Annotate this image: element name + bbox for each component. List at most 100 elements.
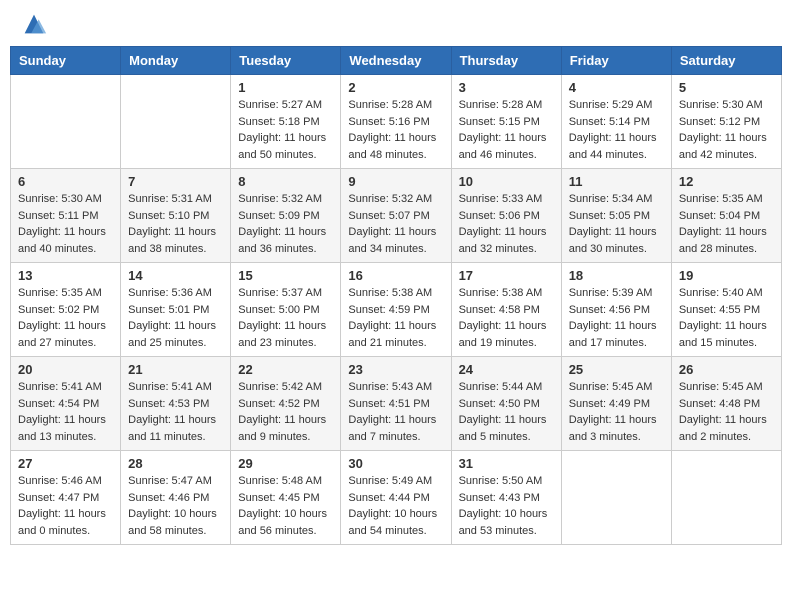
day-info: Sunrise: 5:37 AM Sunset: 5:00 PM Dayligh… (238, 285, 333, 351)
calendar-header-row: SundayMondayTuesdayWednesdayThursdayFrid… (11, 47, 782, 75)
day-of-week-header: Saturday (671, 47, 781, 75)
day-info: Sunrise: 5:35 AM Sunset: 5:02 PM Dayligh… (18, 285, 113, 351)
day-info: Sunrise: 5:31 AM Sunset: 5:10 PM Dayligh… (128, 191, 223, 257)
day-number: 18 (569, 268, 664, 283)
day-of-week-header: Monday (121, 47, 231, 75)
day-info: Sunrise: 5:28 AM Sunset: 5:16 PM Dayligh… (348, 97, 443, 163)
day-info: Sunrise: 5:39 AM Sunset: 4:56 PM Dayligh… (569, 285, 664, 351)
day-info: Sunrise: 5:30 AM Sunset: 5:11 PM Dayligh… (18, 191, 113, 257)
day-number: 26 (679, 362, 774, 377)
calendar-week-row: 1Sunrise: 5:27 AM Sunset: 5:18 PM Daylig… (11, 75, 782, 169)
day-info: Sunrise: 5:34 AM Sunset: 5:05 PM Dayligh… (569, 191, 664, 257)
day-info: Sunrise: 5:45 AM Sunset: 4:49 PM Dayligh… (569, 379, 664, 445)
day-of-week-header: Friday (561, 47, 671, 75)
day-number: 9 (348, 174, 443, 189)
calendar-cell: 5 Sunrise: 5:30 AM Sunset: 5:12 PM Daylig… (671, 75, 781, 169)
day-number: 14 (128, 268, 223, 283)
calendar-cell: 18 Sunrise: 5:39 AM Sunset: 4:56 PM Dayli… (561, 263, 671, 357)
day-number: 10 (459, 174, 554, 189)
calendar-cell: 28 Sunrise: 5:47 AM Sunset: 4:46 PM Dayli… (121, 451, 231, 545)
day-info: Sunrise: 5:49 AM Sunset: 4:44 PM Dayligh… (348, 473, 443, 539)
calendar-cell: 30 Sunrise: 5:49 AM Sunset: 4:44 PM Dayli… (341, 451, 451, 545)
calendar-week-row: 27 Sunrise: 5:46 AM Sunset: 4:47 PM Dayli… (11, 451, 782, 545)
calendar-cell: 3 Sunrise: 5:28 AM Sunset: 5:15 PM Daylig… (451, 75, 561, 169)
day-number: 30 (348, 456, 443, 471)
calendar-cell: 27 Sunrise: 5:46 AM Sunset: 4:47 PM Dayli… (11, 451, 121, 545)
day-number: 3 (459, 80, 554, 95)
day-info: Sunrise: 5:46 AM Sunset: 4:47 PM Dayligh… (18, 473, 113, 539)
day-number: 28 (128, 456, 223, 471)
day-info: Sunrise: 5:35 AM Sunset: 5:04 PM Dayligh… (679, 191, 774, 257)
day-info: Sunrise: 5:45 AM Sunset: 4:48 PM Dayligh… (679, 379, 774, 445)
calendar-cell: 22Sunrise: 5:42 AM Sunset: 4:52 PM Dayli… (231, 357, 341, 451)
logo-icon (20, 10, 48, 38)
day-number: 17 (459, 268, 554, 283)
calendar-cell: 4 Sunrise: 5:29 AM Sunset: 5:14 PM Daylig… (561, 75, 671, 169)
calendar-cell: 13 Sunrise: 5:35 AM Sunset: 5:02 PM Dayli… (11, 263, 121, 357)
day-number: 11 (569, 174, 664, 189)
day-of-week-header: Sunday (11, 47, 121, 75)
day-info: Sunrise: 5:33 AM Sunset: 5:06 PM Dayligh… (459, 191, 554, 257)
day-info: Sunrise: 5:30 AM Sunset: 5:12 PM Dayligh… (679, 97, 774, 163)
day-info: Sunrise: 5:38 AM Sunset: 4:59 PM Dayligh… (348, 285, 443, 351)
day-number: 8 (238, 174, 333, 189)
day-number: 27 (18, 456, 113, 471)
day-info: Sunrise: 5:29 AM Sunset: 5:14 PM Dayligh… (569, 97, 664, 163)
calendar-cell (121, 75, 231, 169)
day-number: 29 (238, 456, 333, 471)
day-number: 15 (238, 268, 333, 283)
day-number: 20 (18, 362, 113, 377)
day-info: Sunrise: 5:42 AM Sunset: 4:52 PM Dayligh… (238, 379, 333, 445)
day-number: 16 (348, 268, 443, 283)
calendar-cell (11, 75, 121, 169)
calendar-week-row: 13 Sunrise: 5:35 AM Sunset: 5:02 PM Dayli… (11, 263, 782, 357)
day-number: 12 (679, 174, 774, 189)
day-info: Sunrise: 5:50 AM Sunset: 4:43 PM Dayligh… (459, 473, 554, 539)
calendar-week-row: 6Sunrise: 5:30 AM Sunset: 5:11 PM Daylig… (11, 169, 782, 263)
day-info: Sunrise: 5:32 AM Sunset: 5:07 PM Dayligh… (348, 191, 443, 257)
calendar-week-row: 20 Sunrise: 5:41 AM Sunset: 4:54 PM Dayli… (11, 357, 782, 451)
day-of-week-header: Thursday (451, 47, 561, 75)
calendar-cell: 21Sunrise: 5:41 AM Sunset: 4:53 PM Dayli… (121, 357, 231, 451)
calendar-cell: 25 Sunrise: 5:45 AM Sunset: 4:49 PM Dayli… (561, 357, 671, 451)
day-number: 7 (128, 174, 223, 189)
calendar-cell: 2 Sunrise: 5:28 AM Sunset: 5:16 PM Daylig… (341, 75, 451, 169)
calendar-cell: 20 Sunrise: 5:41 AM Sunset: 4:54 PM Dayli… (11, 357, 121, 451)
day-info: Sunrise: 5:32 AM Sunset: 5:09 PM Dayligh… (238, 191, 333, 257)
calendar-cell: 10 Sunrise: 5:33 AM Sunset: 5:06 PM Dayli… (451, 169, 561, 263)
calendar-table: SundayMondayTuesdayWednesdayThursdayFrid… (10, 46, 782, 545)
calendar-cell: 1Sunrise: 5:27 AM Sunset: 5:18 PM Daylig… (231, 75, 341, 169)
day-info: Sunrise: 5:41 AM Sunset: 4:54 PM Dayligh… (18, 379, 113, 445)
calendar-cell: 11 Sunrise: 5:34 AM Sunset: 5:05 PM Dayli… (561, 169, 671, 263)
day-info: Sunrise: 5:43 AM Sunset: 4:51 PM Dayligh… (348, 379, 443, 445)
calendar-cell: 16 Sunrise: 5:38 AM Sunset: 4:59 PM Dayli… (341, 263, 451, 357)
day-info: Sunrise: 5:40 AM Sunset: 4:55 PM Dayligh… (679, 285, 774, 351)
calendar-cell: 17 Sunrise: 5:38 AM Sunset: 4:58 PM Dayli… (451, 263, 561, 357)
calendar-cell: 6Sunrise: 5:30 AM Sunset: 5:11 PM Daylig… (11, 169, 121, 263)
day-number: 5 (679, 80, 774, 95)
day-number: 13 (18, 268, 113, 283)
calendar-cell: 29 Sunrise: 5:48 AM Sunset: 4:45 PM Dayli… (231, 451, 341, 545)
calendar-cell (561, 451, 671, 545)
day-info: Sunrise: 5:47 AM Sunset: 4:46 PM Dayligh… (128, 473, 223, 539)
day-of-week-header: Tuesday (231, 47, 341, 75)
calendar-cell: 23Sunrise: 5:43 AM Sunset: 4:51 PM Dayli… (341, 357, 451, 451)
day-info: Sunrise: 5:44 AM Sunset: 4:50 PM Dayligh… (459, 379, 554, 445)
day-info: Sunrise: 5:27 AM Sunset: 5:18 PM Dayligh… (238, 97, 333, 163)
calendar-cell: 24 Sunrise: 5:44 AM Sunset: 4:50 PM Dayli… (451, 357, 561, 451)
day-number: 19 (679, 268, 774, 283)
day-info: Sunrise: 5:48 AM Sunset: 4:45 PM Dayligh… (238, 473, 333, 539)
day-number: 2 (348, 80, 443, 95)
calendar-cell: 15 Sunrise: 5:37 AM Sunset: 5:00 PM Dayli… (231, 263, 341, 357)
logo (14, 10, 48, 38)
calendar-cell: 7 Sunrise: 5:31 AM Sunset: 5:10 PM Daylig… (121, 169, 231, 263)
day-info: Sunrise: 5:38 AM Sunset: 4:58 PM Dayligh… (459, 285, 554, 351)
day-number: 24 (459, 362, 554, 377)
day-info: Sunrise: 5:36 AM Sunset: 5:01 PM Dayligh… (128, 285, 223, 351)
day-of-week-header: Wednesday (341, 47, 451, 75)
calendar-cell: 31Sunrise: 5:50 AM Sunset: 4:43 PM Dayli… (451, 451, 561, 545)
day-number: 21 (128, 362, 223, 377)
day-number: 4 (569, 80, 664, 95)
day-number: 25 (569, 362, 664, 377)
day-info: Sunrise: 5:28 AM Sunset: 5:15 PM Dayligh… (459, 97, 554, 163)
